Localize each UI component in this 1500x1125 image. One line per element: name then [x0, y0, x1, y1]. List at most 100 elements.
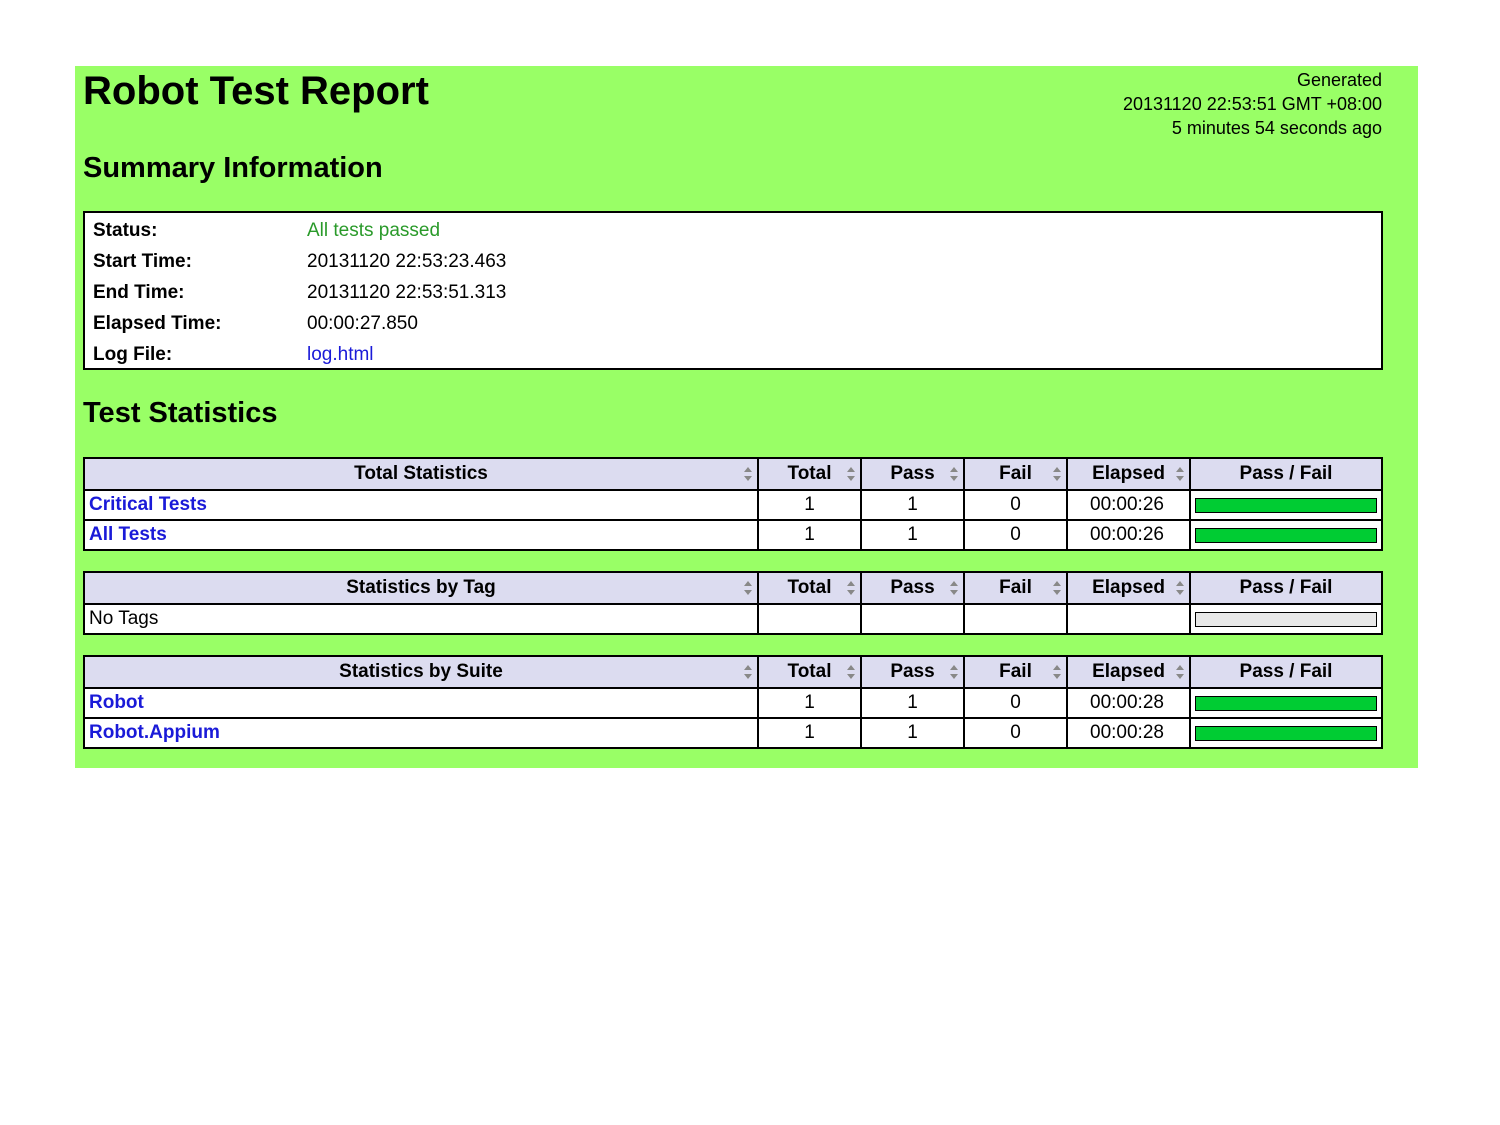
column-header-fail-label: Fail [999, 577, 1032, 598]
row-total [757, 603, 862, 635]
row-pass: 1 [860, 519, 965, 551]
pass-fill [1196, 696, 1376, 710]
sort-arrows-icon[interactable] [950, 467, 958, 481]
stats-header-row: Statistics by Tag Total Pass Fail Elapsed Pas… [83, 571, 1383, 605]
sort-arrows-icon[interactable] [744, 467, 752, 481]
page-title: Robot Test Report [83, 69, 429, 113]
start-time-value: 20131120 22:53:23.463 [307, 250, 507, 272]
pass-fill [1196, 726, 1376, 740]
row-passfail [1189, 717, 1383, 749]
column-header-fail[interactable]: Fail [963, 655, 1068, 689]
column-header-total[interactable]: Total [757, 655, 862, 689]
row-passfail [1189, 687, 1383, 719]
end-time-label: End Time: [93, 281, 185, 303]
column-header-name[interactable]: Total Statistics [83, 457, 759, 491]
row-fail: 0 [963, 489, 1068, 521]
column-header-pass[interactable]: Pass [860, 655, 965, 689]
sort-arrows-icon[interactable] [847, 467, 855, 481]
summary-row-log: Log File: log.html [93, 339, 506, 370]
column-header-fail[interactable]: Fail [963, 457, 1068, 491]
row-name-link[interactable]: Robot [89, 692, 144, 713]
table-row: Critical Tests 1 1 0 00:00:26 [83, 489, 1383, 521]
column-header-elapsed-label: Elapsed [1092, 577, 1165, 598]
row-fail: 0 [963, 687, 1068, 719]
column-header-passfail: Pass / Fail [1189, 655, 1383, 689]
row-name-cell: All Tests [83, 519, 759, 551]
pass-fill [1196, 528, 1376, 542]
column-header-passfail-label: Pass / Fail [1239, 577, 1333, 598]
row-total: 1 [757, 717, 862, 749]
column-header-pass-label: Pass [890, 577, 935, 598]
row-pass: 1 [860, 687, 965, 719]
summary-row-status: Status: All tests passed [93, 215, 506, 246]
sort-arrows-icon[interactable] [1053, 665, 1061, 679]
column-header-passfail-label: Pass / Fail [1239, 661, 1333, 682]
row-name-cell: Critical Tests [83, 489, 759, 521]
report-container: Robot Test Report Generated 20131120 22:… [75, 66, 1418, 768]
generated-ago: 5 minutes 54 seconds ago [1171, 118, 1382, 138]
row-total: 1 [757, 519, 862, 551]
summary-row-start: Start Time: 20131120 22:53:23.463 [93, 246, 506, 277]
column-header-pass[interactable]: Pass [860, 571, 965, 605]
column-header-passfail: Pass / Fail [1189, 457, 1383, 491]
row-elapsed: 00:00:28 [1066, 717, 1191, 749]
summary-row-end: End Time: 20131120 22:53:51.313 [93, 277, 506, 308]
sort-arrows-icon[interactable] [1053, 467, 1061, 481]
column-header-passfail-label: Pass / Fail [1239, 463, 1333, 484]
log-file-label: Log File: [93, 343, 173, 365]
stats-header-row: Total Statistics Total Pass Fail Elapsed Pass… [83, 457, 1383, 491]
pass-fail-bar [1195, 527, 1377, 543]
column-header-name[interactable]: Statistics by Tag [83, 571, 759, 605]
column-header-elapsed[interactable]: Elapsed [1066, 457, 1191, 491]
column-header-name-label: Statistics by Tag [346, 577, 496, 598]
generated-label: Generated [1296, 70, 1382, 90]
row-passfail [1189, 603, 1383, 635]
log-file-link[interactable]: log.html [307, 344, 374, 365]
row-total: 1 [757, 489, 862, 521]
column-header-name[interactable]: Statistics by Suite [83, 655, 759, 689]
column-header-fail-label: Fail [999, 463, 1032, 484]
status-value: All tests passed [307, 219, 441, 241]
column-header-total-label: Total [787, 661, 832, 682]
row-elapsed [1066, 603, 1191, 635]
row-name-link[interactable]: All Tests [89, 524, 167, 545]
column-header-pass[interactable]: Pass [860, 457, 965, 491]
row-pass [860, 603, 965, 635]
column-header-elapsed-label: Elapsed [1092, 463, 1165, 484]
test-statistics-title: Test Statistics [83, 397, 278, 429]
row-name-link[interactable]: Critical Tests [89, 494, 207, 515]
column-header-elapsed[interactable]: Elapsed [1066, 571, 1191, 605]
column-header-total-label: Total [787, 577, 832, 598]
column-header-fail[interactable]: Fail [963, 571, 1068, 605]
column-header-elapsed-label: Elapsed [1092, 661, 1165, 682]
row-fail [963, 603, 1068, 635]
status-label: Status: [93, 219, 158, 241]
sort-arrows-icon[interactable] [950, 581, 958, 595]
row-elapsed: 00:00:26 [1066, 519, 1191, 551]
sort-arrows-icon[interactable] [847, 581, 855, 595]
start-time-label: Start Time: [93, 250, 192, 272]
column-header-total[interactable]: Total [757, 571, 862, 605]
row-name: No Tags [89, 608, 159, 629]
row-name-link[interactable]: Robot.Appium [89, 722, 220, 743]
pass-fill [1196, 498, 1376, 512]
row-name-cell: No Tags [83, 603, 759, 635]
sort-arrows-icon[interactable] [1176, 665, 1184, 679]
sort-arrows-icon[interactable] [1176, 467, 1184, 481]
sort-arrows-icon[interactable] [744, 581, 752, 595]
sort-arrows-icon[interactable] [950, 665, 958, 679]
pass-fail-bar [1195, 725, 1377, 741]
column-header-name-label: Total Statistics [354, 463, 488, 484]
sort-arrows-icon[interactable] [1176, 581, 1184, 595]
sort-arrows-icon[interactable] [744, 665, 752, 679]
table-row: Robot.Appium 1 1 0 00:00:28 [83, 717, 1383, 749]
column-header-fail-label: Fail [999, 661, 1032, 682]
pass-fail-bar [1195, 611, 1377, 627]
table-row: All Tests 1 1 0 00:00:26 [83, 519, 1383, 551]
column-header-total[interactable]: Total [757, 457, 862, 491]
elapsed-time-label: Elapsed Time: [93, 312, 222, 334]
column-header-elapsed[interactable]: Elapsed [1066, 655, 1191, 689]
elapsed-time-value: 00:00:27.850 [307, 312, 418, 334]
sort-arrows-icon[interactable] [847, 665, 855, 679]
sort-arrows-icon[interactable] [1053, 581, 1061, 595]
